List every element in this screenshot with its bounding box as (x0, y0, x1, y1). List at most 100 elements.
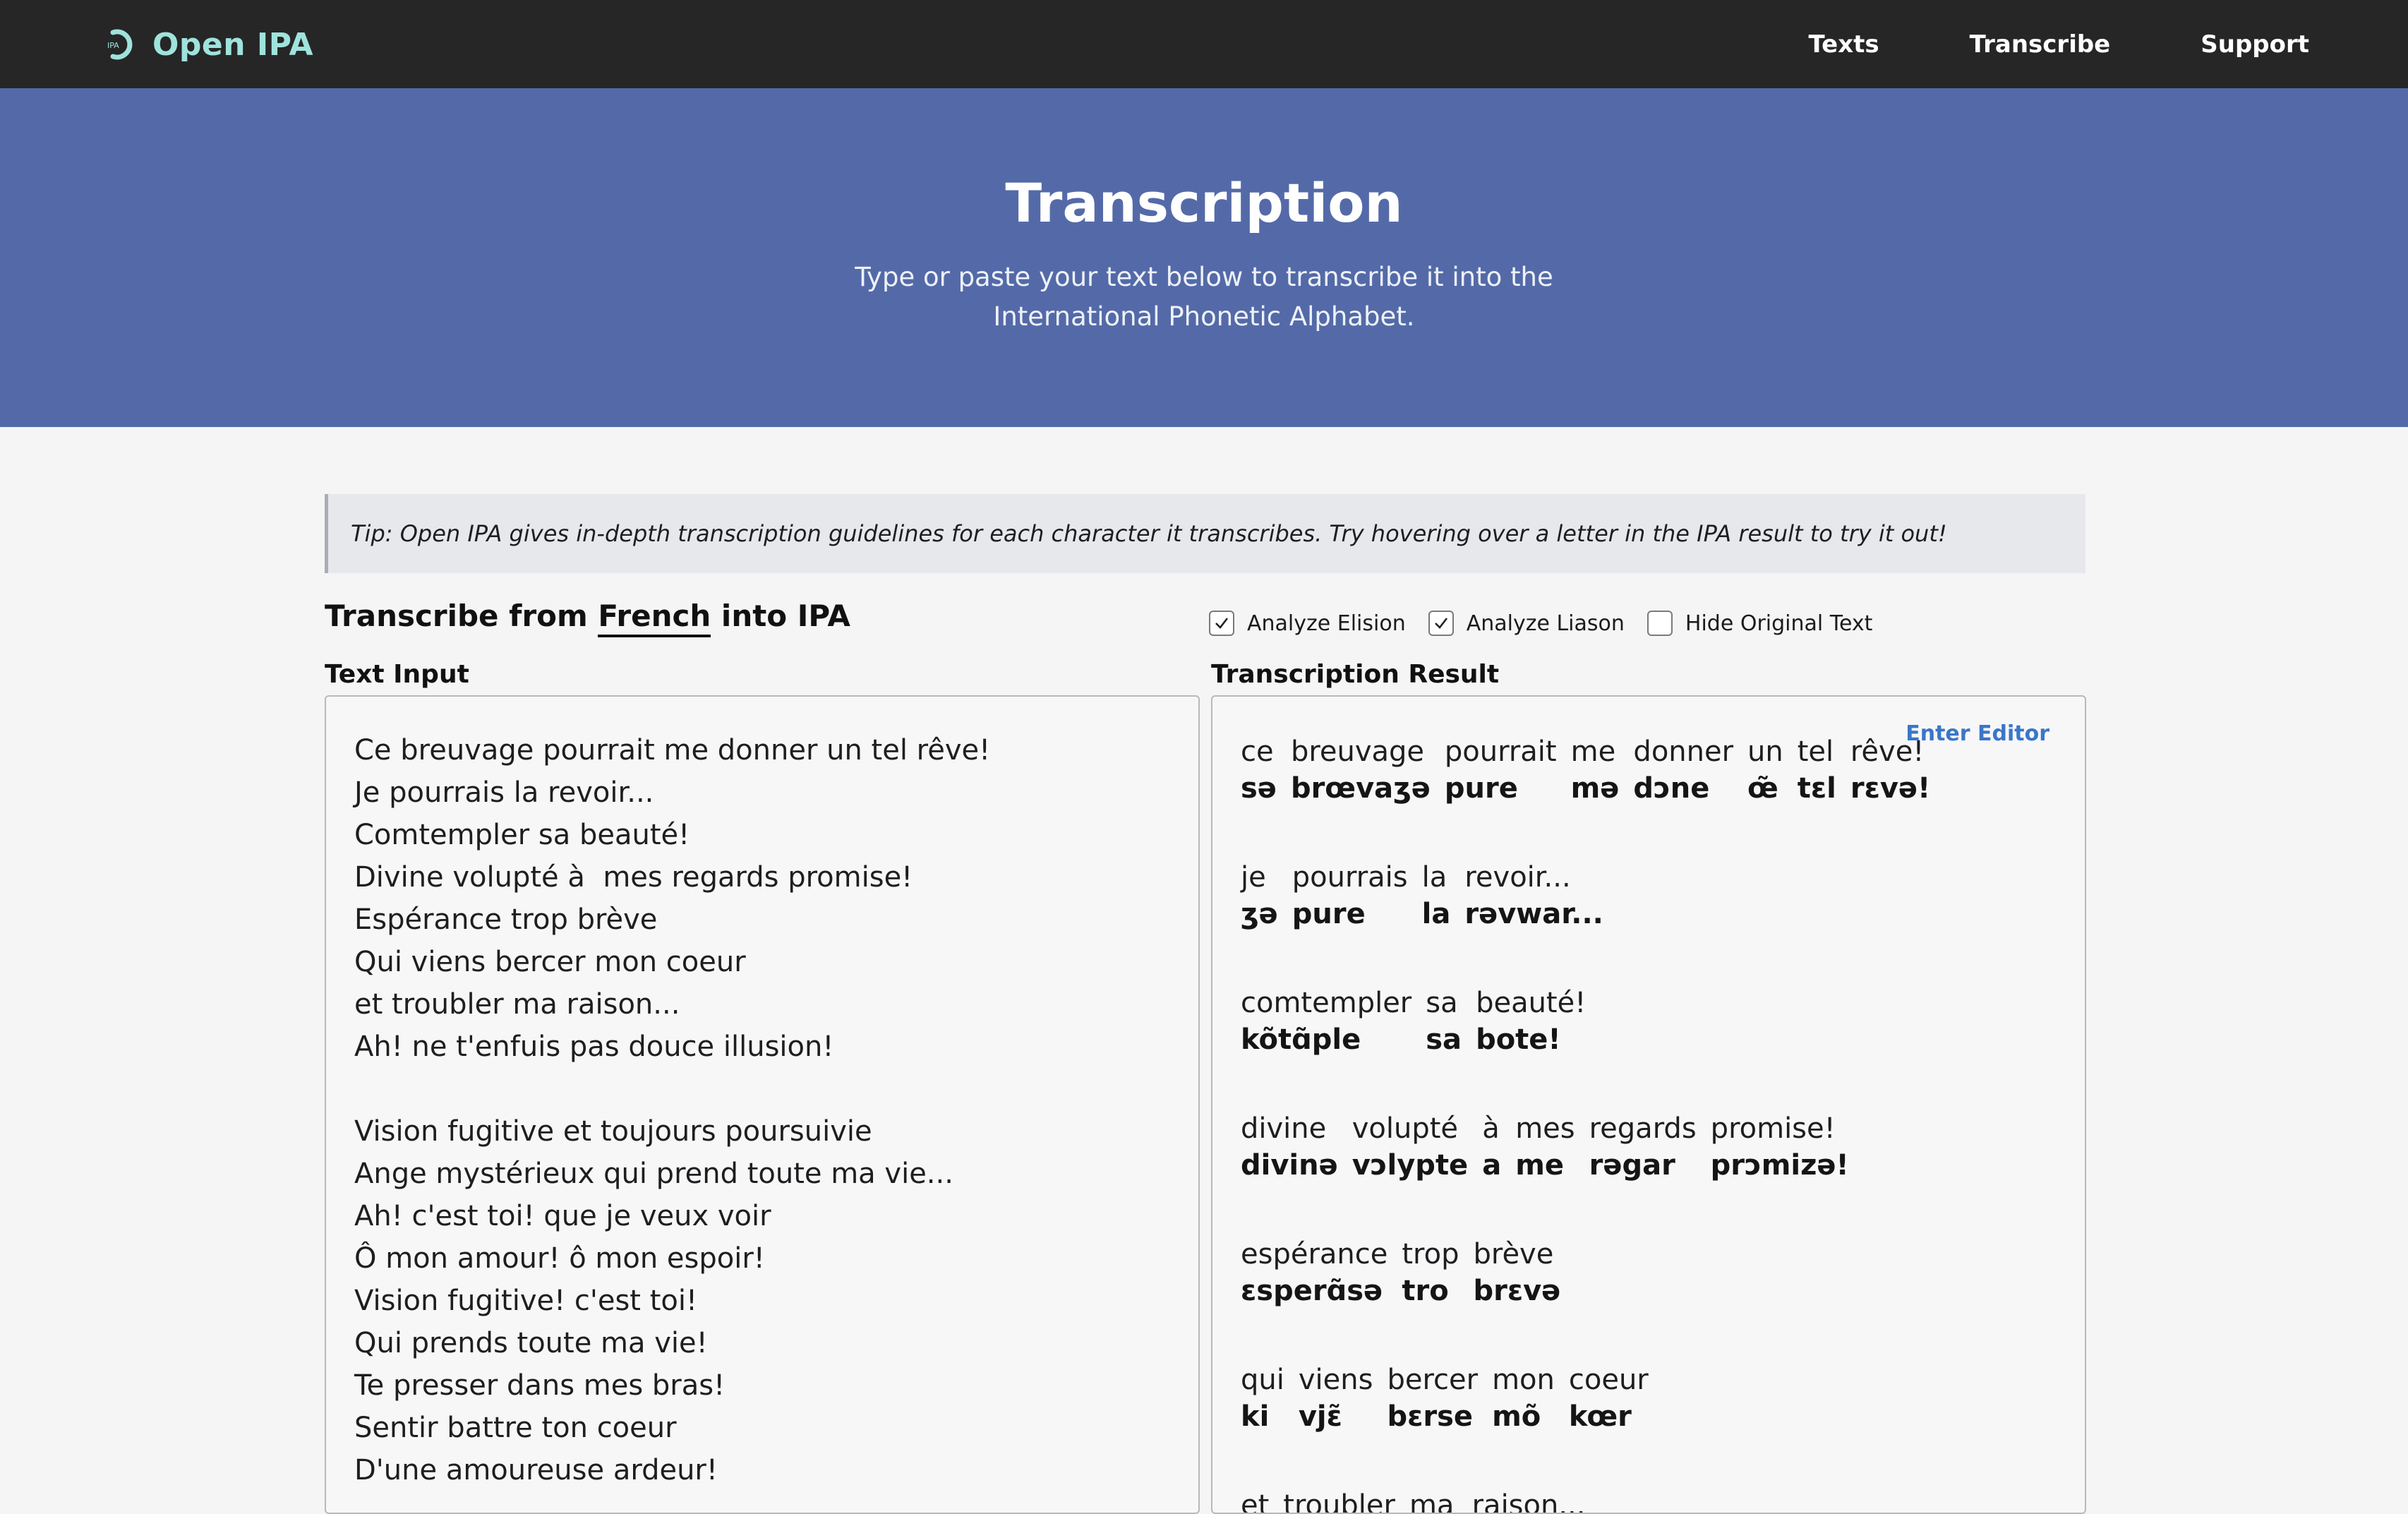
option-hide-original-text[interactable]: Hide Original Text (1647, 611, 1872, 636)
original-word: brève (1473, 1238, 1554, 1270)
analyze-elision-checkbox[interactable] (1209, 611, 1234, 636)
ipa-word[interactable]: kœr (1569, 1398, 1649, 1435)
ipa-word[interactable]: vɔlypte (1352, 1147, 1468, 1184)
top-nav-bar: IPA Open IPA Texts Transcribe Support (0, 0, 2408, 88)
result-word: troublertruble (1283, 1487, 1395, 1513)
result-word: la la (1422, 859, 1451, 932)
result-word: raison...rɛzõ... (1471, 1487, 1586, 1514)
input-line: Sentir battre ton coeur (354, 1412, 677, 1444)
ipa-word[interactable]: sa (1426, 1021, 1462, 1058)
ipa-word[interactable]: tɛl (1798, 770, 1836, 807)
main-nav: Texts Transcribe Support (1808, 0, 2309, 88)
result-word: un œ̃ (1747, 733, 1783, 807)
ipa-word[interactable]: dɔne (1633, 770, 1733, 807)
ipa-word[interactable]: brɛvə (1473, 1273, 1560, 1309)
heading-prefix: Transcribe from (325, 599, 598, 633)
ipa-word[interactable]: pure (1292, 896, 1408, 932)
result-word: qui ki (1241, 1362, 1284, 1435)
enter-editor-button[interactable]: Enter Editor (1906, 721, 2049, 746)
result-word: coeur kœr (1569, 1362, 1649, 1435)
original-word: ma (1409, 1489, 1455, 1514)
result-word: breuvage brœvaʒə (1291, 733, 1431, 807)
input-line: Je pourrais la revoir... (354, 776, 654, 809)
ipa-word[interactable]: pure (1445, 770, 1557, 807)
ipa-word[interactable]: brœvaʒə (1291, 770, 1431, 807)
original-word: trop (1402, 1238, 1459, 1270)
ipa-word[interactable]: divinə (1241, 1147, 1338, 1184)
result-word: viens vjɛ̃ (1299, 1362, 1373, 1435)
original-word: mon (1492, 1364, 1555, 1396)
brand-name[interactable]: Open IPA (152, 27, 313, 63)
original-word: et (1241, 1489, 1270, 1514)
result-word: mes me (1515, 1110, 1575, 1184)
language-selector[interactable]: French (598, 599, 711, 637)
ipa-word[interactable]: mõ (1492, 1398, 1555, 1435)
result-word: regards rəgar (1589, 1110, 1697, 1184)
input-line: Vision fugitive! c'est toi! (354, 1285, 697, 1317)
original-word: viens (1298, 1364, 1373, 1396)
ipa-word[interactable]: mə (1571, 770, 1620, 807)
ipa-word[interactable]: bɛrse (1387, 1398, 1478, 1435)
result-word: divine divinə (1241, 1110, 1338, 1184)
original-word: breuvage (1290, 735, 1425, 768)
ipa-word[interactable]: vjɛ̃ (1299, 1398, 1373, 1435)
original-word: qui (1241, 1364, 1284, 1396)
nav-link-support[interactable]: Support (2201, 30, 2309, 59)
ipa-word[interactable]: tro (1402, 1273, 1459, 1309)
ipa-word[interactable]: ʒə (1241, 896, 1278, 932)
input-line: Ah! ne t'enfuis pas douce illusion! (354, 1031, 834, 1063)
original-word: ce (1241, 735, 1274, 768)
result-verse: qui ki viens vjɛ̃ bercer bɛrse mon mõ coeur kœr (1241, 1362, 2085, 1435)
result-word: me mə (1571, 733, 1620, 807)
original-word: bercer (1387, 1364, 1479, 1396)
checkmark-icon (1215, 618, 1229, 629)
ipa-word[interactable]: bote! (1476, 1021, 1586, 1058)
ipa-word[interactable]: kõtɑ̃ple (1241, 1021, 1411, 1058)
original-word: raison... (1471, 1489, 1586, 1514)
analyze-liason-checkbox[interactable] (1428, 611, 1454, 636)
ipa-word[interactable]: me (1515, 1147, 1575, 1184)
input-line: Te presser dans mes bras! (354, 1369, 726, 1402)
input-line: Comtempler sa beauté! (354, 819, 690, 851)
ipa-word[interactable]: ɛsperɑ̃sə (1241, 1273, 1387, 1309)
nav-link-transcribe[interactable]: Transcribe (1970, 30, 2111, 59)
result-verse: ete troublertruble mama raison...rɛzõ... (1241, 1487, 2085, 1514)
ipa-word[interactable]: a (1482, 1147, 1501, 1184)
ipa-word[interactable]: ki (1241, 1398, 1284, 1435)
text-input-area[interactable]: Ce breuvage pourrait me donner un tel rê… (325, 695, 1200, 1514)
hide-original-text-checkbox[interactable] (1647, 611, 1673, 636)
ipa-word[interactable]: rəgar (1589, 1147, 1697, 1184)
original-word: mes (1515, 1112, 1575, 1145)
original-word: comtempler (1241, 987, 1412, 1019)
result-verse: comtempler kõtɑ̃ple sa sa beauté! bote! (1241, 985, 2085, 1058)
original-word: tel (1797, 735, 1834, 768)
open-ipa-logo-icon: IPA (106, 25, 137, 64)
svg-text:IPA: IPA (107, 41, 119, 50)
original-word: un (1747, 735, 1783, 768)
ipa-word[interactable]: prɔmizə! (1711, 1147, 1849, 1184)
transcribe-heading: Transcribe from French into IPA (325, 599, 850, 637)
transcription-result-area: Enter Editor ce sə breuvage brœvaʒə pourrait… (1211, 695, 2086, 1514)
brand-link[interactable]: IPA Open IPA (106, 21, 313, 68)
original-word: donner (1633, 735, 1734, 768)
result-word: bercer bɛrse (1387, 1362, 1478, 1435)
result-word: volupté vɔlypte (1352, 1110, 1468, 1184)
result-word: brève brɛvə (1473, 1236, 1560, 1309)
input-line: Ange mystérieux qui prend toute ma vie..… (354, 1158, 953, 1190)
ipa-word[interactable]: la (1422, 896, 1451, 932)
result-word: tel tɛl (1798, 733, 1836, 807)
ipa-word[interactable]: œ̃ (1747, 770, 1783, 807)
ipa-word[interactable]: rəvwar... (1464, 896, 1603, 932)
ipa-word[interactable]: sə (1241, 770, 1277, 807)
hero-banner: Transcription Type or paste your text be… (0, 88, 2408, 427)
nav-link-texts[interactable]: Texts (1808, 30, 1879, 59)
option-analyze-liason[interactable]: Analyze Liason (1428, 611, 1625, 636)
ipa-word[interactable]: rɛvə! (1850, 770, 1930, 807)
original-word: espérance (1241, 1238, 1388, 1270)
original-word: revoir... (1464, 861, 1571, 894)
result-word: promise! prɔmizə! (1711, 1110, 1849, 1184)
result-word: sa sa (1426, 985, 1462, 1058)
result-word: pourrais pure (1292, 859, 1408, 932)
option-analyze-elision[interactable]: Analyze Elision (1209, 611, 1406, 636)
original-word: coeur (1568, 1364, 1649, 1396)
